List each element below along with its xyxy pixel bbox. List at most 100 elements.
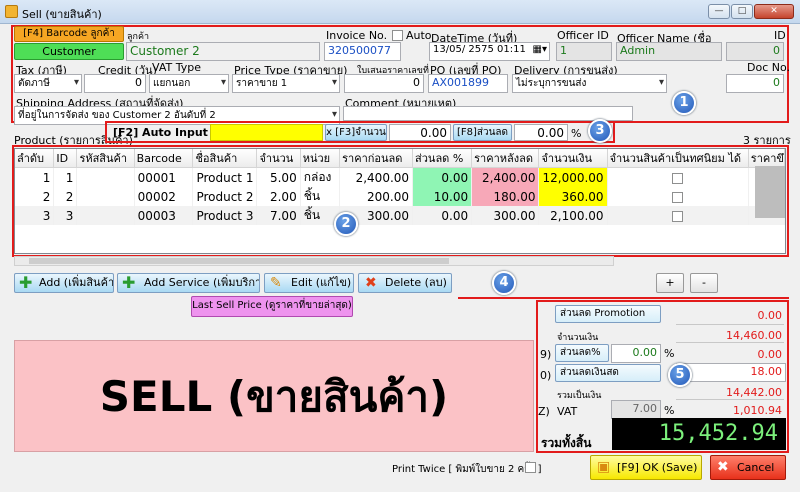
cell-unit[interactable]: กล่อง [300, 167, 341, 187]
decimal-qty-checkbox[interactable] [672, 210, 684, 222]
f2-auto-input-field[interactable] [210, 124, 323, 141]
delete-button[interactable]: ✖ Delete (ลบ) [358, 273, 452, 293]
decimal-qty-cell[interactable] [607, 167, 749, 187]
cell-amount[interactable]: 360.00 [538, 187, 608, 206]
column-header[interactable]: ID [53, 149, 78, 168]
decimal-qty-cell[interactable] [607, 187, 749, 206]
column-header[interactable]: หน่วย [300, 149, 341, 168]
cell-id[interactable]: 1 [53, 167, 78, 187]
last-sell-price-button[interactable]: Last Sell Price (ดูราคาที่ขายล่าสุด) [191, 296, 353, 317]
ok-save-button[interactable]: ▣ [F9] OK (Save) [590, 455, 702, 480]
table-row[interactable]: 1 1 00001 Product 1 5.00 กล่อง 2,400.00 0.00 2,4… [15, 167, 785, 187]
customer-field[interactable]: Customer 2 [126, 42, 320, 61]
barcode-customer-button[interactable]: [F4] Barcode ลูกค้า [14, 26, 124, 42]
scrollbar-thumb[interactable] [29, 258, 449, 264]
cell-disc[interactable]: 0.00 [412, 206, 473, 225]
column-header[interactable]: ส่วนลด % [412, 149, 473, 168]
table-row[interactable]: 3 3 00003 Product 3 7.00 ชิ้น 300.00 0.00 300.00… [15, 206, 785, 225]
column-header[interactable]: ราคาหลังลด [471, 149, 540, 168]
docno-field[interactable]: 0 [726, 74, 784, 93]
column-header[interactable]: รหัสสินค้า [76, 149, 135, 168]
cell-code[interactable] [76, 167, 135, 187]
decimal-qty-checkbox[interactable] [672, 172, 684, 184]
cell-price[interactable]: 200.00 [339, 187, 414, 206]
cell-price[interactable]: 2,400.00 [339, 167, 414, 187]
f8-discount-field[interactable]: 0.00 [514, 124, 568, 141]
cell-qty[interactable]: 7.00 [256, 206, 301, 225]
cell-barcode[interactable]: 00001 [134, 167, 194, 187]
cell-no[interactable]: 3 [15, 206, 55, 225]
minimize-button[interactable]: — [708, 4, 730, 19]
cancel-button[interactable]: ✖ Cancel [710, 455, 786, 480]
cell-code[interactable] [76, 187, 135, 206]
price-type-select[interactable]: ราคาขาย 1 [232, 74, 340, 93]
f3-qty-button[interactable]: x [F3]จำนวน [325, 124, 387, 141]
column-header[interactable]: ลำดับ [15, 149, 55, 168]
auto-checkbox[interactable] [392, 30, 403, 41]
cell-no[interactable]: 1 [15, 167, 55, 187]
cell-disc[interactable]: 0.00 [412, 167, 473, 187]
po-field[interactable]: AX001899 [428, 74, 508, 93]
add-service-button[interactable]: ✚ Add Service (เพิ่มบริการ) [117, 273, 260, 293]
column-header[interactable]: จำนวนสินค้าเป็นทศนิยม ได้ [607, 149, 749, 168]
column-header[interactable]: จำนวน [256, 149, 301, 168]
cell-name[interactable]: Product 1 [192, 167, 258, 187]
comment-field[interactable] [343, 106, 633, 121]
officer-name-field[interactable]: Admin [616, 42, 722, 61]
officer-id-field[interactable]: 1 [556, 42, 612, 61]
id-field[interactable]: 0 [726, 42, 784, 61]
calendar-icon[interactable]: ▦▾ [533, 44, 547, 55]
cell-after[interactable]: 180.00 [471, 187, 540, 206]
cell-barcode[interactable]: 00002 [134, 187, 194, 206]
cell-amount[interactable]: 12,000.00 [538, 167, 608, 187]
close-button[interactable]: ✕ [754, 4, 794, 19]
decimal-qty-checkbox[interactable] [672, 191, 684, 203]
add-product-button[interactable]: ✚ Add (เพิ่มสินค้า) [14, 273, 114, 293]
vat-type-select[interactable]: แยกนอก [149, 74, 229, 93]
minus-button[interactable]: - [690, 273, 718, 293]
promotion-discount-button[interactable]: ส่วนลด Promotion [555, 305, 661, 323]
disc-cash-field[interactable]: 18.00 [676, 363, 786, 382]
vat-rate-field[interactable]: 7.00 [611, 400, 661, 419]
cell-disc[interactable]: 10.00 [412, 187, 473, 206]
column-header[interactable]: ราคาขึ [748, 149, 785, 168]
datetime-field[interactable]: 13/05/ 2575 01:11 ▦▾ [429, 42, 550, 61]
customer-button[interactable]: Customer [14, 43, 124, 60]
cell-after[interactable]: 300.00 [471, 206, 540, 225]
cell-amount[interactable]: 2,100.00 [538, 206, 608, 225]
credit-field[interactable]: 0 [84, 74, 146, 93]
print-twice-checkbox[interactable] [525, 462, 536, 473]
column-header[interactable]: จำนวนเงิน [538, 149, 608, 168]
product-table[interactable]: ลำดับ ID รหัสสินค้า Barcode ชื่อสินค้า จำนวนห… [14, 148, 786, 254]
horizontal-scrollbar[interactable] [14, 256, 614, 266]
cell-after[interactable]: 2,400.00 [471, 167, 540, 187]
f8-discount-button[interactable]: [F8]ส่วนลด [453, 124, 512, 141]
edit-button[interactable]: ✎ Edit (แก้ไข) [264, 273, 354, 293]
plus-button[interactable]: + [656, 273, 684, 293]
cell-barcode[interactable]: 00003 [134, 206, 194, 225]
cell-code[interactable] [76, 206, 135, 225]
f3-qty-field[interactable]: 0.00 [389, 124, 451, 141]
table-row[interactable]: 2 2 00002 Product 2 2.00 ชิ้น 200.00 10.00 180.0… [15, 187, 785, 206]
cell-name[interactable]: Product 3 [192, 206, 258, 225]
cell-id[interactable]: 3 [53, 206, 78, 225]
column-header[interactable]: Barcode [134, 149, 194, 168]
maximize-button[interactable]: □ [731, 4, 753, 19]
disc-pct-button[interactable]: ส่วนลด% [555, 344, 609, 362]
quote-field[interactable]: 0 [344, 74, 424, 93]
callout-1: 1 [672, 91, 696, 115]
cell-id[interactable]: 2 [53, 187, 78, 206]
cell-unit[interactable]: ชิ้น [300, 187, 341, 206]
cell-qty[interactable]: 2.00 [256, 187, 301, 206]
disc-cash-button[interactable]: ส่วนลดเงินสด [555, 364, 661, 382]
disc-pct-field[interactable]: 0.00 [611, 344, 661, 363]
invoice-field[interactable]: 320500077 [324, 42, 401, 61]
decimal-qty-cell[interactable] [607, 206, 749, 225]
tax-select[interactable]: ตัดภาษี [14, 74, 82, 93]
delivery-select[interactable]: ไม่ระบุการขนส่ง [512, 74, 667, 93]
cell-qty[interactable]: 5.00 [256, 167, 301, 187]
cell-name[interactable]: Product 2 [192, 187, 258, 206]
column-header[interactable]: ราคาก่อนลด [339, 149, 414, 168]
column-header[interactable]: ชื่อสินค้า [192, 149, 258, 168]
cell-no[interactable]: 2 [15, 187, 55, 206]
